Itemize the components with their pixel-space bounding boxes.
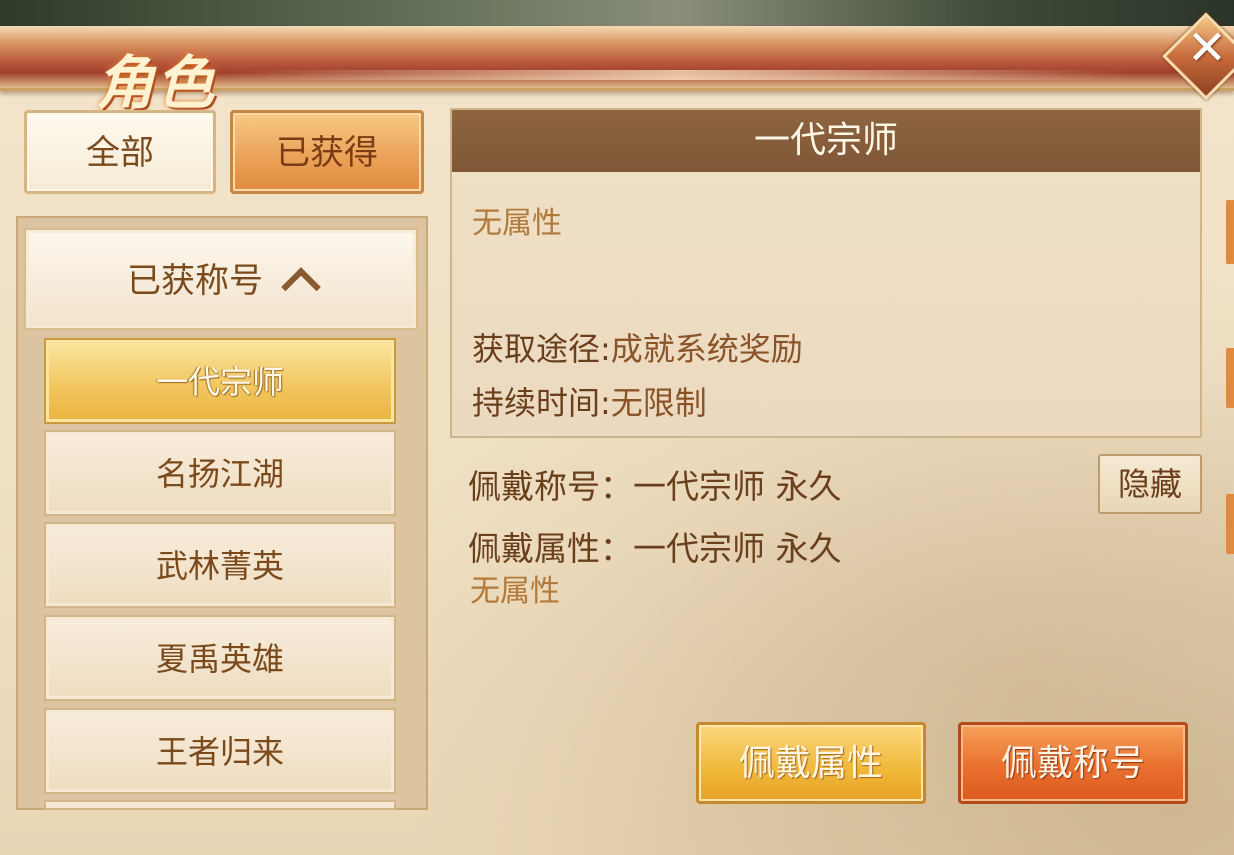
title-list-item-partial[interactable] xyxy=(44,800,396,810)
group-header-label: 已获称号 xyxy=(127,260,263,301)
wearing-title-label: 佩戴称号： xyxy=(468,467,633,506)
title-list-item[interactable]: 王者归来 xyxy=(44,708,396,794)
side-tab[interactable] xyxy=(1226,494,1234,554)
detail-attribute: 无属性 xyxy=(472,206,562,241)
wearing-title-value: 一代宗师 永久 xyxy=(633,467,842,506)
detail-duration: 持续时间:无限制 xyxy=(472,378,707,424)
panel-title: 角色 xyxy=(96,49,217,117)
title-list-item[interactable]: 名扬江湖 xyxy=(44,430,396,516)
hide-button[interactable]: 隐藏 xyxy=(1098,454,1202,514)
title-list-item[interactable]: 夏禹英雄 xyxy=(44,615,396,701)
detail-title: 一代宗师 xyxy=(452,110,1200,172)
wearing-attr-row: 佩戴属性：一代宗师 永久 xyxy=(468,522,842,570)
tab-all[interactable]: 全部 xyxy=(24,110,216,194)
title-detail-card: 一代宗师 无属性 获取途径:成就系统奖励 持续时间:无限制 xyxy=(450,108,1202,438)
wearing-title-row: 佩戴称号：一代宗师 永久 xyxy=(468,460,842,508)
source-value: 成就系统奖励 xyxy=(610,330,803,368)
game-scene-background xyxy=(0,0,1234,28)
wear-attribute-button[interactable]: 佩戴属性 xyxy=(696,722,926,804)
source-label: 获取途径: xyxy=(472,330,611,368)
tab-owned[interactable]: 已获得 xyxy=(230,110,424,194)
title-group-header[interactable]: 已获称号 xyxy=(24,228,418,330)
detail-source: 获取途径:成就系统奖励 xyxy=(472,324,803,370)
header-decoration xyxy=(230,70,1130,80)
title-list-item-selected[interactable]: 一代宗师 xyxy=(44,338,396,424)
wearing-attr-description: 无属性 xyxy=(470,574,560,609)
panel-header: 角色 xyxy=(0,26,1234,117)
duration-label: 持续时间: xyxy=(472,384,611,422)
duration-value: 无限制 xyxy=(610,384,707,422)
wearing-attr-label: 佩戴属性： xyxy=(468,529,633,568)
wearing-attr-value: 一代宗师 永久 xyxy=(633,529,842,568)
chevron-up-icon xyxy=(281,266,321,307)
side-tab[interactable] xyxy=(1226,200,1234,264)
close-icon[interactable]: ✕ xyxy=(1177,18,1234,78)
title-list-item[interactable]: 武林菁英 xyxy=(44,522,396,608)
side-tab[interactable] xyxy=(1226,348,1234,408)
wear-title-button[interactable]: 佩戴称号 xyxy=(958,722,1188,804)
